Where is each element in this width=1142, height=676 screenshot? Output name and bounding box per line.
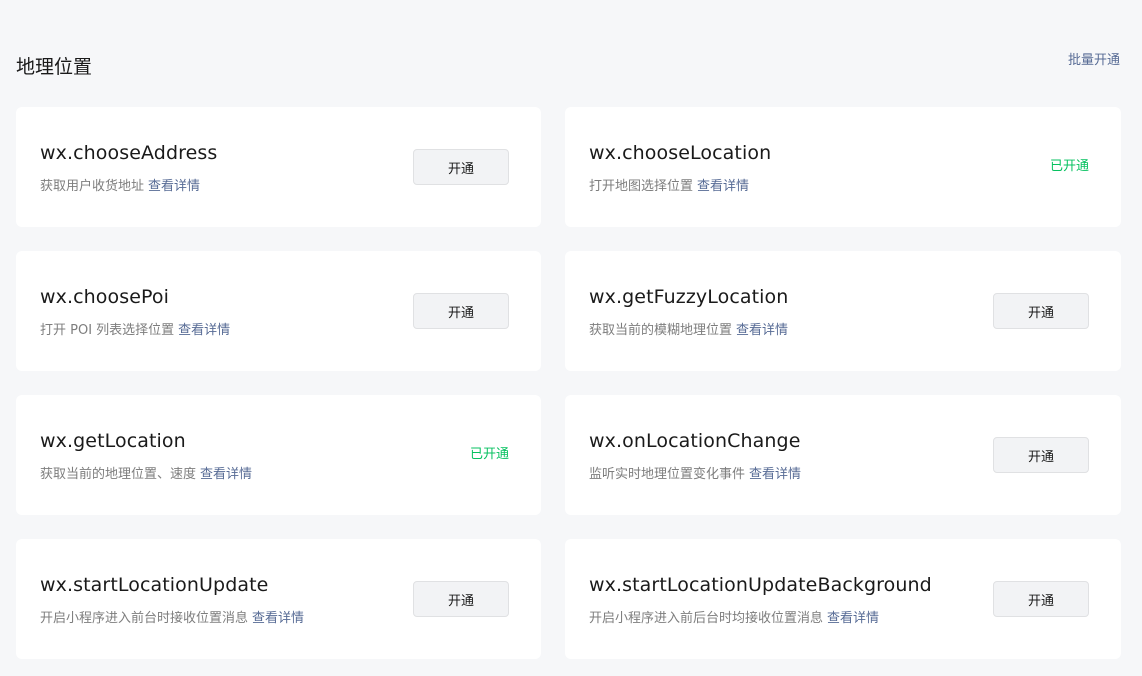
api-description: 获取用户收货地址 查看详情 <box>40 178 200 196</box>
open-button[interactable]: 开通 <box>993 293 1089 329</box>
api-card-grid: wx.chooseAddress 获取用户收货地址 查看详情 开通 wx.choo… <box>16 107 1121 659</box>
api-card-choose-poi: wx.choosePoi 打开 POI 列表选择位置 查看详情 开通 <box>16 251 541 371</box>
api-description: 获取当前的地理位置、速度 查看详情 <box>40 466 252 484</box>
api-description-text: 开启小程序进入前后台时均接收位置消息 <box>589 611 824 626</box>
section-title: 地理位置 <box>16 56 93 78</box>
opened-status: 已开通 <box>1049 159 1089 174</box>
open-button[interactable]: 开通 <box>993 581 1089 617</box>
api-description: 开启小程序进入前后台时均接收位置消息 查看详情 <box>589 610 879 628</box>
api-card-start-location-update-background: wx.startLocationUpdateBackground 开启小程序进入… <box>565 539 1121 659</box>
api-name: wx.startLocationUpdate <box>40 574 269 596</box>
api-description: 打开地图选择位置 查看详情 <box>589 178 749 196</box>
api-name: wx.getFuzzyLocation <box>589 286 789 308</box>
api-card-start-location-update: wx.startLocationUpdate 开启小程序进入前台时接收位置消息查… <box>16 539 541 659</box>
open-button[interactable]: 开通 <box>413 293 509 329</box>
api-description-text: 获取当前的地理位置、速度 <box>40 467 197 482</box>
view-details-link[interactable]: 查看详情 <box>749 467 801 482</box>
api-card-get-location: wx.getLocation 获取当前的地理位置、速度 查看详情 已开通 <box>16 395 541 515</box>
api-name: wx.chooseAddress <box>40 142 218 164</box>
batch-open-link[interactable]: 批量开通 <box>1068 52 1120 70</box>
api-description: 开启小程序进入前台时接收位置消息 查看详情 <box>40 610 304 628</box>
api-description-text: 开启小程序进入前台时接收位置消息 <box>40 611 249 626</box>
open-button[interactable]: 开通 <box>413 581 509 617</box>
api-name: wx.startLocationUpdateBackground <box>589 574 932 596</box>
open-button[interactable]: 开通 <box>993 437 1089 473</box>
api-name: wx.chooseLocation <box>589 142 772 164</box>
api-name: wx.choosePoi <box>40 286 170 308</box>
view-details-link[interactable]: 查看详情 <box>827 611 879 626</box>
api-description-text: 获取用户收货地址 <box>40 179 145 194</box>
api-description-text: 监听实时地理位置变化事件 <box>589 467 746 482</box>
api-card-choose-location: wx.chooseLocation 打开地图选择位置 查看详情 已开通 <box>565 107 1121 227</box>
api-card-on-location-change: wx.onLocationChange 监听实时地理位置变化事件 查看详情 开通 <box>565 395 1121 515</box>
view-details-link[interactable]: 查看详情 <box>178 323 230 338</box>
api-description: 监听实时地理位置变化事件 查看详情 <box>589 466 801 484</box>
api-card-get-fuzzy-location: wx.getFuzzyLocation 获取当前的模糊地理位置 查看详情 开通 <box>565 251 1121 371</box>
opened-status: 已开通 <box>469 447 509 462</box>
view-details-link[interactable]: 查看详情 <box>697 179 749 194</box>
view-details-link[interactable]: 查看详情 <box>200 467 252 482</box>
api-card-choose-address: wx.chooseAddress 获取用户收货地址 查看详情 开通 <box>16 107 541 227</box>
view-details-link[interactable]: 查看详情 <box>148 179 200 194</box>
api-description-text: 打开地图选择位置 <box>589 179 694 194</box>
api-name: wx.onLocationChange <box>589 430 801 452</box>
api-description-text: 获取当前的模糊地理位置 <box>589 323 733 338</box>
api-description-text: 打开 POI 列表选择位置 <box>40 323 175 338</box>
api-description: 获取当前的模糊地理位置 查看详情 <box>589 322 788 340</box>
view-details-link[interactable]: 查看详情 <box>252 611 304 626</box>
open-button[interactable]: 开通 <box>413 149 509 185</box>
api-name: wx.getLocation <box>40 430 186 452</box>
api-description: 打开 POI 列表选择位置 查看详情 <box>40 322 230 340</box>
view-details-link[interactable]: 查看详情 <box>736 323 788 338</box>
location-api-page: 地理位置 批量开通 wx.chooseAddress 获取用户收货地址 查看详情 … <box>0 0 1142 676</box>
